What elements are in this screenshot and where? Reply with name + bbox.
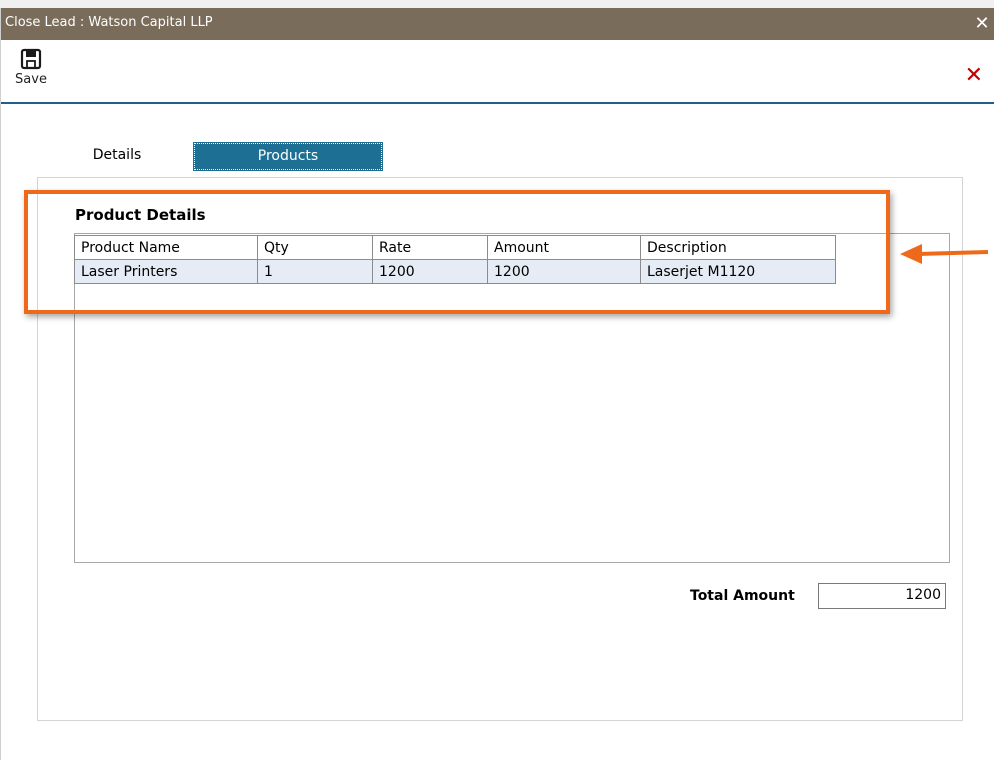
column-header[interactable]: Amount — [487, 235, 641, 260]
total-amount-label: Total Amount — [690, 588, 795, 604]
window-close-button[interactable]: ✕ — [971, 11, 993, 37]
cell-product-name[interactable]: Laser Printers — [74, 259, 258, 284]
window-titlebar: Close Lead : Watson Capital LLP ✕ — [1, 8, 994, 40]
toolbar: Save ✕ — [1, 40, 994, 104]
save-icon — [9, 48, 53, 70]
window-title: Close Lead : Watson Capital LLP — [5, 15, 213, 30]
column-header[interactable]: Description — [640, 235, 836, 260]
tab-products[interactable]: Products — [194, 143, 382, 170]
product-details-heading: Product Details — [75, 206, 206, 224]
save-button-label: Save — [15, 72, 47, 87]
cell-rate[interactable]: 1200 — [372, 259, 488, 284]
column-header[interactable]: Product Name — [74, 235, 258, 260]
table-row[interactable]: Laser Printers 1 1200 1200 Laserjet M112… — [74, 259, 836, 284]
column-header[interactable]: Qty — [257, 235, 373, 260]
callout-arrow-icon — [900, 244, 989, 264]
cell-description[interactable]: Laserjet M1120 — [640, 259, 836, 284]
column-header[interactable]: Rate — [372, 235, 488, 260]
table-header-row: Product Name Qty Rate Amount Description — [74, 235, 836, 260]
save-button[interactable]: Save — [9, 48, 53, 98]
products-table: Product Name Qty Rate Amount Description… — [74, 235, 836, 284]
close-form-icon[interactable]: ✕ — [965, 65, 983, 87]
cell-amount[interactable]: 1200 — [487, 259, 641, 284]
tab-details[interactable]: Details — [78, 142, 156, 168]
total-amount-field[interactable]: 1200 — [818, 583, 946, 609]
cell-qty[interactable]: 1 — [257, 259, 373, 284]
